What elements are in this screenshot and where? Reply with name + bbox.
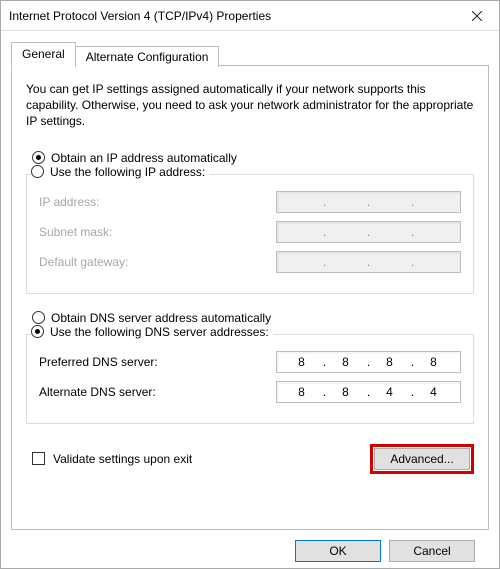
window-title: Internet Protocol Version 4 (TCP/IPv4) P…	[9, 9, 271, 23]
row-ip-address: IP address: . . .	[39, 191, 461, 213]
general-panel: You can get IP settings assigned automat…	[11, 65, 489, 530]
preferred-dns-input[interactable]: 8. 8. 8. 8	[276, 351, 461, 373]
tab-filler	[219, 65, 489, 66]
dialog-body: General Alternate Configuration You can …	[1, 31, 499, 568]
advanced-highlight: Advanced...	[370, 444, 474, 474]
title-bar: Internet Protocol Version 4 (TCP/IPv4) P…	[1, 1, 499, 31]
close-button[interactable]	[454, 1, 499, 30]
tab-strip: General Alternate Configuration	[11, 41, 489, 65]
radio-icon	[32, 151, 45, 164]
tab-general[interactable]: General	[11, 42, 76, 66]
row-subnet: Subnet mask: . . .	[39, 221, 461, 243]
radio-icon	[31, 325, 44, 338]
tab-general-label: General	[22, 47, 65, 61]
subnet-input: . . .	[276, 221, 461, 243]
dialog-footer: OK Cancel	[11, 530, 489, 562]
radio-dns-auto-label: Obtain DNS server address automatically	[51, 311, 271, 325]
alternate-dns-input[interactable]: 8. 8. 4. 4	[276, 381, 461, 403]
intro-text: You can get IP settings assigned automat…	[26, 81, 474, 130]
tab-alternate[interactable]: Alternate Configuration	[75, 46, 220, 67]
radio-icon	[31, 165, 44, 178]
subnet-label: Subnet mask:	[39, 225, 112, 239]
tab-alternate-label: Alternate Configuration	[86, 50, 209, 64]
advanced-button[interactable]: Advanced...	[374, 448, 470, 470]
alternate-dns-label: Alternate DNS server:	[39, 385, 156, 399]
gateway-label: Default gateway:	[39, 255, 128, 269]
radio-dns-auto[interactable]: Obtain DNS server address automatically	[26, 311, 474, 325]
radio-ip-manual[interactable]: Use the following IP address:	[31, 165, 209, 179]
radio-ip-auto-label: Obtain an IP address automatically	[51, 151, 237, 165]
dns-fieldset: Use the following DNS server addresses: …	[26, 334, 474, 424]
cancel-button[interactable]: Cancel	[389, 540, 475, 562]
radio-ip-auto[interactable]: Obtain an IP address automatically	[26, 151, 474, 165]
checkbox-icon	[32, 452, 45, 465]
close-icon	[472, 11, 482, 21]
row-preferred-dns: Preferred DNS server: 8. 8. 8. 8	[39, 351, 461, 373]
ok-button[interactable]: OK	[295, 540, 381, 562]
preferred-dns-label: Preferred DNS server:	[39, 355, 158, 369]
bottom-row: Validate settings upon exit Advanced...	[26, 444, 474, 474]
validate-checkbox[interactable]: Validate settings upon exit	[26, 452, 192, 466]
row-alternate-dns: Alternate DNS server: 8. 8. 4. 4	[39, 381, 461, 403]
radio-icon	[32, 311, 45, 324]
validate-label: Validate settings upon exit	[53, 452, 192, 466]
gateway-input: . . .	[276, 251, 461, 273]
radio-dns-manual[interactable]: Use the following DNS server addresses:	[31, 325, 273, 339]
ip-address-label: IP address:	[39, 195, 99, 209]
radio-ip-manual-label: Use the following IP address:	[50, 165, 205, 179]
ip-fieldset: Use the following IP address: IP address…	[26, 174, 474, 294]
row-gateway: Default gateway: . . .	[39, 251, 461, 273]
radio-dns-manual-label: Use the following DNS server addresses:	[50, 325, 269, 339]
properties-dialog: Internet Protocol Version 4 (TCP/IPv4) P…	[0, 0, 500, 569]
ip-address-input: . . .	[276, 191, 461, 213]
